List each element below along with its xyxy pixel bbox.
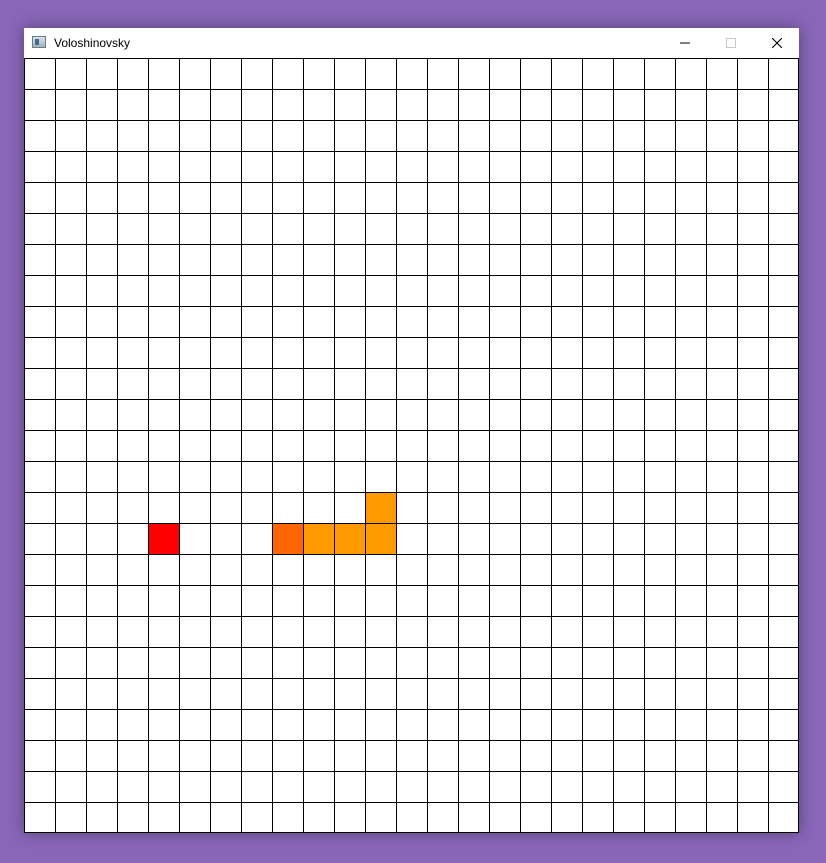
snake-segment: [334, 523, 365, 554]
snake-segment: [365, 523, 396, 554]
close-icon: [772, 38, 782, 48]
app-window: Voloshinovsky: [24, 28, 799, 833]
food-cell: [148, 523, 179, 554]
maximize-button[interactable]: [708, 28, 754, 58]
grid-lines: [24, 58, 799, 833]
title-bar[interactable]: Voloshinovsky: [24, 28, 799, 58]
app-window-icon: [32, 36, 46, 48]
game-grid: [24, 58, 799, 833]
minimize-icon: [680, 42, 690, 44]
snake-segment: [365, 492, 396, 523]
snake-segment: [303, 523, 334, 554]
window-title: Voloshinovsky: [54, 36, 131, 50]
snake-head: [272, 523, 303, 554]
game-board[interactable]: [24, 58, 799, 833]
maximize-icon: [726, 38, 736, 48]
minimize-button[interactable]: [662, 28, 708, 58]
close-button[interactable]: [754, 28, 800, 58]
